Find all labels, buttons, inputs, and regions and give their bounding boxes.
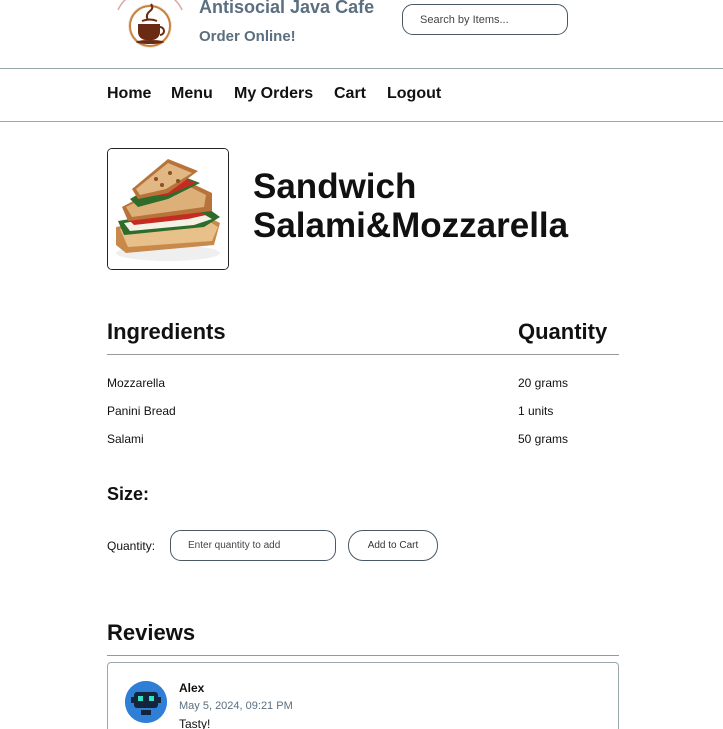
- product-image: [107, 148, 229, 270]
- review-card: Alex May 5, 2024, 09:21 PM Tasty!: [107, 662, 619, 729]
- ingredient-name: Panini Bread: [107, 404, 176, 418]
- ingredient-quantity: 1 units: [518, 404, 554, 418]
- ingredient-name: Salami: [107, 432, 144, 446]
- reviews-heading: Reviews: [107, 620, 196, 645]
- nav-menu[interactable]: Menu: [171, 85, 213, 103]
- nav-cart[interactable]: Cart: [334, 85, 366, 103]
- brand-name: Antisocial Java Cafe: [199, 0, 375, 17]
- review-text: Tasty!: [179, 717, 211, 729]
- nav-my-orders[interactable]: My Orders: [234, 85, 313, 103]
- search-input[interactable]: [402, 4, 568, 35]
- cafe-logo[interactable]: [110, 0, 190, 50]
- review-username: Alex: [179, 681, 205, 695]
- main-nav: Home Menu My Orders Cart Logout: [0, 69, 723, 122]
- product-title: Sandwich Salami&Mozzarella: [253, 167, 569, 245]
- ingredient-name: Mozzarella: [107, 376, 166, 390]
- quantity-input[interactable]: [170, 530, 336, 561]
- site-header: Antisocial Java Cafe Order Online!: [0, 0, 723, 69]
- reviews-divider: [107, 655, 619, 656]
- nav-home[interactable]: Home: [107, 85, 151, 103]
- robot-avatar-icon: [125, 681, 167, 723]
- table-row: Salami 50 grams: [107, 432, 619, 452]
- table-row: Panini Bread 1 units: [107, 404, 619, 424]
- brand-tagline: Order Online!: [199, 28, 296, 45]
- ingredients-header: Ingredients: [107, 319, 226, 344]
- quantity-label: Quantity:: [107, 539, 156, 553]
- nav-logout[interactable]: Logout: [387, 85, 441, 103]
- table-row: Mozzarella 20 grams: [107, 376, 619, 396]
- table-divider: [107, 354, 619, 355]
- quantity-header: Quantity: [518, 319, 608, 344]
- review-date: May 5, 2024, 09:21 PM: [179, 700, 293, 712]
- ingredient-quantity: 20 grams: [518, 376, 569, 390]
- add-to-cart-button[interactable]: Add to Cart: [348, 530, 438, 561]
- ingredient-quantity: 50 grams: [518, 432, 569, 446]
- size-label: Size:: [107, 484, 150, 504]
